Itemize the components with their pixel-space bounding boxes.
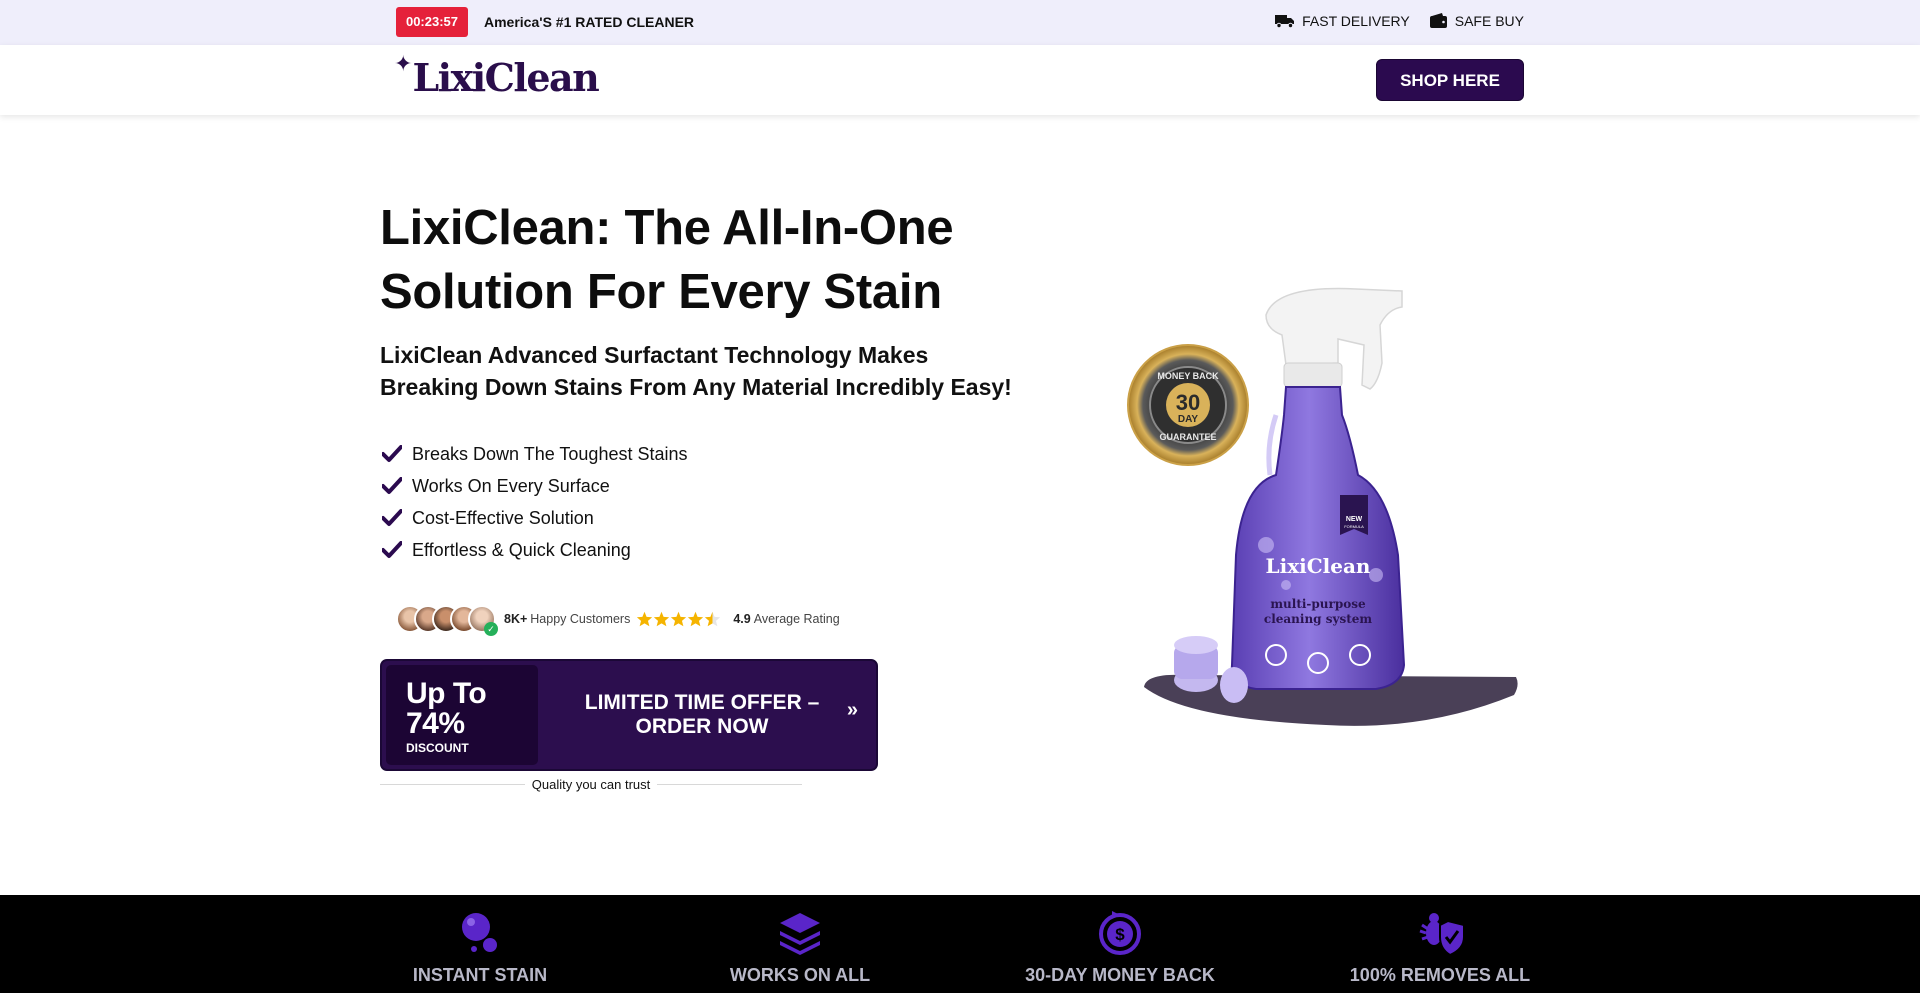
benefits-band: INSTANT STAIN WORKS ON ALL $ 30-DAY MONE… (0, 895, 1920, 993)
benefit-label: WORKS ON ALL (729, 965, 871, 985)
rating-stars (636, 611, 721, 627)
wallet-icon (1429, 13, 1447, 28)
double-chevron-right-icon: » (846, 699, 858, 721)
offer-cta-line-1: LIMITED TIME OFFER – (584, 691, 820, 714)
offer-cta-text: LIMITED TIME OFFER – ORDER NOW (582, 691, 822, 739)
bottle-tag-formula: FORMULA (1344, 524, 1364, 529)
feature-text: Works On Every Surface (412, 475, 610, 496)
rating-value: 4.9 (733, 612, 751, 626)
bottle-line-2: cleaning system (1264, 612, 1373, 626)
star-icon (654, 611, 670, 627)
discount-amount: Up To 74% (406, 677, 487, 740)
quality-divider: Quality you can trust (380, 777, 802, 792)
benefit-label: 30-DAY MONEY BACK (1025, 965, 1215, 985)
quality-text: Quality you can trust (531, 777, 651, 792)
dollar-refresh-icon: $ (1099, 911, 1141, 955)
customers-count: 8K+ (504, 612, 528, 626)
discount-line-1: Up To (406, 677, 487, 710)
customers-label: Happy Customers (530, 612, 631, 626)
star-icon (671, 611, 687, 627)
badge-bottom-text: GUARANTEE (1159, 432, 1216, 442)
bottle-line-1: multi-purpose (1270, 597, 1366, 611)
feature-text: Cost-Effective Solution (412, 507, 594, 528)
badge-top-text: MONEY BACK (1157, 371, 1219, 381)
discount-label: DISCOUNT (406, 741, 469, 755)
shop-here-button[interactable]: SHOP HERE (1376, 59, 1524, 101)
badge-day: DAY (1178, 414, 1199, 425)
checkmark-icon (382, 445, 402, 462)
verified-check-icon: ✓ (484, 622, 498, 636)
fast-delivery-label: FAST DELIVERY (1302, 13, 1410, 29)
site-header: ✦ LixiClean SHOP HERE (0, 45, 1920, 115)
layers-icon (780, 913, 820, 955)
safe-buy-label: SAFE BUY (1454, 13, 1524, 29)
topbar-benefits: FAST DELIVERY SAFE BUY (1255, 13, 1524, 29)
bubbles-icon (462, 913, 497, 952)
countdown-timer: 00:23:57 (396, 7, 468, 37)
feature-list: Breaks Down The Toughest Stains Works On… (380, 438, 688, 566)
top-announcement-bar: 00:23:57 America'S #1 RATED CLEANER FAST… (0, 0, 1920, 45)
fast-delivery: FAST DELIVERY (1275, 13, 1410, 29)
limited-offer-button[interactable]: Up To 74% DISCOUNT LIMITED TIME OFFER – … (380, 659, 878, 771)
rating-label: Average Rating (753, 612, 840, 626)
safe-buy: SAFE BUY (1429, 13, 1524, 29)
checkmark-icon (382, 541, 402, 558)
badge-number: 30 (1176, 390, 1200, 415)
svg-text:$: $ (1115, 925, 1125, 944)
divider-line (657, 784, 802, 785)
benefit-label: 100% REMOVES ALL (1349, 965, 1531, 985)
hero-subtitle: LixiClean Advanced Surfactant Technology… (380, 342, 1012, 400)
star-icon (705, 611, 721, 627)
bug-shield-icon (1419, 913, 1465, 957)
checkmark-icon (382, 477, 402, 494)
discount-box: Up To 74% DISCOUNT (386, 665, 538, 765)
customer-avatars: ✓ (396, 605, 498, 636)
rated-cleaner-text: America'S #1 RATED CLEANER (484, 14, 695, 30)
logo-wordmark: LixiClean (412, 55, 599, 100)
benefit-label: INSTANT STAIN (412, 965, 548, 985)
feature-item: Works On Every Surface (380, 470, 688, 502)
star-icon (637, 611, 653, 627)
product-image: NEW FORMULA LixiClean multi-purpose clea… (1127, 287, 1518, 726)
discount-line-2: 74% (406, 707, 465, 740)
lixiclean-logo[interactable]: ✦ LixiClean (394, 51, 600, 102)
divider-line (380, 784, 525, 785)
feature-text: Effortless & Quick Cleaning (412, 539, 631, 560)
bottle-brand: LixiClean (1266, 554, 1371, 578)
feature-item: Cost-Effective Solution (380, 502, 688, 534)
feature-item: Effortless & Quick Cleaning (380, 534, 688, 566)
feature-item: Breaks Down The Toughest Stains (380, 438, 688, 470)
bottle-tag-new: NEW (1346, 516, 1363, 523)
star-icon (688, 611, 704, 627)
truck-icon (1275, 15, 1295, 28)
feature-text: Breaks Down The Toughest Stains (412, 443, 688, 464)
offer-cta-line-2: ORDER NOW (635, 715, 769, 738)
checkmark-icon (382, 509, 402, 526)
hero-title: LixiClean: The All-In-One Solution For E… (380, 201, 954, 319)
sparkle-icon: ✦ (394, 51, 413, 76)
social-proof: ✓ 8K+ Happy Customers 4.9 Average Rating (396, 603, 840, 636)
